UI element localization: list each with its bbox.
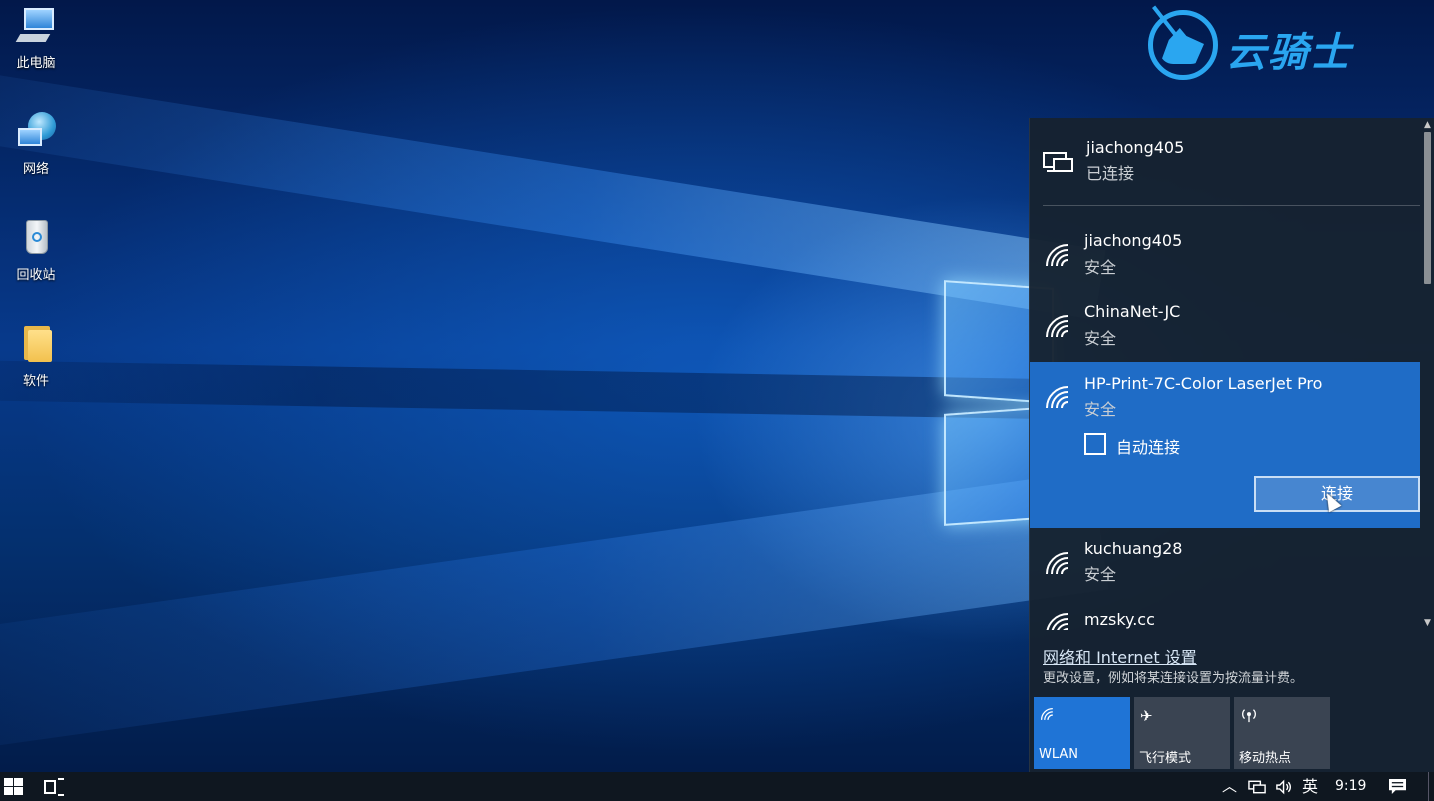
scroll-up-icon[interactable]: ▲: [1420, 118, 1434, 132]
wifi-network-item[interactable]: mzsky.cc: [1030, 599, 1420, 630]
mobile-hotspot-button[interactable]: 移动热点: [1234, 697, 1330, 769]
wifi-name: kuchuang28: [1084, 539, 1183, 558]
light-beam: [0, 47, 1106, 320]
wifi-name: ChinaNet-JC: [1084, 302, 1181, 321]
recycle-bin-icon: [14, 216, 58, 260]
airplane-mode-button[interactable]: ✈ 飞行模式: [1134, 697, 1230, 769]
wifi-network-item[interactable]: ChinaNet-JC 安全: [1030, 291, 1420, 362]
brand-watermark: 云骑士: [1146, 5, 1396, 82]
network-tray-icon[interactable]: [1248, 772, 1267, 801]
taskbar-clock[interactable]: 9:19: [1335, 772, 1366, 801]
airplane-icon: ✈: [1140, 707, 1153, 725]
desktop-icon-label: 回收站: [16, 268, 56, 283]
brand-text: 云骑士: [1226, 30, 1352, 76]
wired-status: 已连接: [1086, 164, 1135, 183]
scroll-down-icon[interactable]: ▼: [1420, 616, 1434, 630]
wifi-network-item[interactable]: kuchuang28 安全: [1030, 528, 1420, 599]
wifi-icon: [1044, 384, 1074, 410]
start-button[interactable]: [4, 778, 24, 796]
ethernet-icon: [1043, 148, 1075, 176]
wifi-icon: [1044, 242, 1074, 268]
desktop-icon-network[interactable]: 网络: [6, 110, 66, 177]
hotspot-icon: [1240, 707, 1260, 725]
desktop-icon-label: 此电脑: [16, 56, 56, 71]
wifi-name: mzsky.cc: [1084, 610, 1155, 629]
light-beam: [0, 357, 1101, 420]
wifi-status: 安全: [1084, 400, 1117, 419]
quick-action-label: WLAN: [1039, 747, 1079, 762]
quick-action-label: 飞行模式: [1139, 751, 1192, 766]
quick-action-label: 移动热点: [1239, 751, 1292, 766]
divider: [1043, 205, 1420, 206]
network-icon: [14, 110, 58, 154]
wifi-name: HP-Print-7C-Color LaserJet Pro: [1084, 374, 1323, 393]
desktop-icon-this-pc[interactable]: 此电脑: [6, 4, 66, 71]
wifi-network-item[interactable]: jiachong405 安全: [1030, 220, 1420, 291]
wifi-icon: [1040, 707, 1060, 725]
show-desktop-button[interactable]: [1428, 772, 1429, 801]
desktop-icon-label: 软件: [22, 374, 49, 389]
desktop-icon-label: 网络: [22, 162, 49, 177]
chevron-up-icon[interactable]: ︿: [1222, 772, 1237, 801]
network-list[interactable]: jiachong405 已连接 jiachong405 安全 ChinaNet-…: [1030, 118, 1420, 630]
desktop-icon-software-folder[interactable]: 软件: [6, 322, 66, 389]
wired-name: jiachong405: [1086, 138, 1185, 157]
wifi-network-item-selected[interactable]: HP-Print-7C-Color LaserJet Pro 安全 自动连接 连…: [1030, 362, 1420, 528]
network-settings-link[interactable]: 网络和 Internet 设置: [1043, 644, 1197, 668]
scroll-thumb[interactable]: [1424, 132, 1431, 284]
wlan-toggle-button[interactable]: WLAN: [1034, 697, 1130, 769]
wifi-status: 安全: [1084, 565, 1117, 584]
wifi-name: jiachong405: [1084, 231, 1183, 250]
computer-icon: [14, 4, 58, 48]
network-settings-description: 更改设置，例如将某连接设置为按流量计费。: [1043, 671, 1304, 686]
volume-icon[interactable]: [1275, 772, 1294, 801]
input-method-indicator[interactable]: 英: [1302, 772, 1318, 801]
auto-connect-label: 自动连接: [1116, 438, 1181, 457]
auto-connect-checkbox[interactable]: [1084, 433, 1106, 455]
taskbar: ︿ 英 9:19: [0, 772, 1434, 801]
network-list-scrollbar[interactable]: ▲ ▼: [1420, 118, 1434, 630]
network-flyout: jiachong405 已连接 jiachong405 安全 ChinaNet-…: [1029, 118, 1434, 772]
wifi-icon: [1044, 611, 1074, 630]
wifi-icon: [1044, 550, 1074, 576]
folder-icon: [14, 322, 58, 366]
task-view-button[interactable]: [44, 778, 66, 796]
wifi-status: 安全: [1084, 258, 1117, 277]
wifi-status: 安全: [1084, 329, 1117, 348]
desktop-icon-recycle-bin[interactable]: 回收站: [6, 216, 66, 283]
wired-connection[interactable]: jiachong405 已连接: [1030, 118, 1420, 206]
wifi-icon: [1044, 313, 1074, 339]
notification-icon[interactable]: [1388, 772, 1407, 801]
